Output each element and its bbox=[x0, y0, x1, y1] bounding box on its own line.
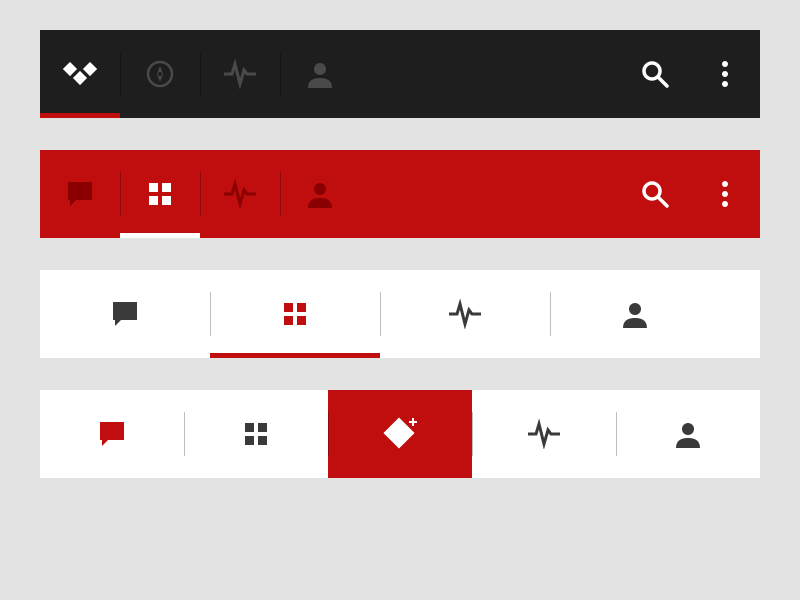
more-button[interactable] bbox=[690, 30, 760, 118]
activity-tab[interactable] bbox=[472, 390, 616, 478]
toolbar-dark bbox=[40, 30, 760, 118]
grid-tab[interactable] bbox=[210, 270, 380, 358]
grid-icon bbox=[243, 421, 269, 447]
more-button[interactable] bbox=[690, 150, 760, 238]
grid-icon bbox=[282, 301, 308, 327]
activity-icon bbox=[448, 299, 482, 329]
activity-icon bbox=[223, 59, 257, 89]
active-indicator bbox=[120, 233, 200, 238]
search-button[interactable] bbox=[620, 30, 690, 118]
chat-icon bbox=[98, 420, 126, 448]
chat-tab[interactable] bbox=[40, 270, 210, 358]
compass-tab[interactable] bbox=[120, 30, 200, 118]
active-indicator bbox=[40, 353, 210, 358]
activity-icon bbox=[223, 179, 257, 209]
activity-icon bbox=[527, 419, 561, 449]
active-indicator bbox=[380, 353, 550, 358]
active-indicator bbox=[280, 233, 360, 238]
active-indicator bbox=[40, 233, 120, 238]
active-indicator bbox=[40, 473, 184, 478]
active-indicator bbox=[328, 473, 472, 478]
diamonds-icon bbox=[63, 62, 97, 86]
more-icon bbox=[721, 180, 729, 208]
search-icon bbox=[640, 179, 670, 209]
search-button[interactable] bbox=[620, 150, 690, 238]
chat-icon bbox=[111, 300, 139, 328]
tabs-group bbox=[40, 150, 360, 238]
activity-tab[interactable] bbox=[200, 150, 280, 238]
compose-tab[interactable] bbox=[328, 390, 472, 478]
profile-tab[interactable] bbox=[280, 30, 360, 118]
profile-icon bbox=[674, 420, 702, 448]
grid-icon bbox=[147, 181, 173, 207]
chat-icon bbox=[66, 180, 94, 208]
grid-tab[interactable] bbox=[120, 150, 200, 238]
compose-icon bbox=[380, 414, 420, 454]
actions-group bbox=[620, 30, 760, 118]
profile-tab[interactable] bbox=[280, 150, 360, 238]
search-icon bbox=[640, 59, 670, 89]
active-indicator bbox=[200, 113, 280, 118]
profile-tab[interactable] bbox=[616, 390, 760, 478]
profile-icon bbox=[621, 300, 649, 328]
chat-tab[interactable] bbox=[40, 390, 184, 478]
active-indicator bbox=[210, 353, 380, 358]
active-indicator bbox=[550, 353, 720, 358]
activity-tab[interactable] bbox=[380, 270, 550, 358]
profile-icon bbox=[306, 60, 334, 88]
actions-group bbox=[620, 150, 760, 238]
diamonds-tab[interactable] bbox=[40, 30, 120, 118]
tabbar-white-2 bbox=[40, 390, 760, 478]
profile-icon bbox=[306, 180, 334, 208]
tabs-group bbox=[40, 30, 360, 118]
chat-tab[interactable] bbox=[40, 150, 120, 238]
active-indicator bbox=[616, 473, 760, 478]
tabbar-white-1 bbox=[40, 270, 760, 358]
grid-tab[interactable] bbox=[184, 390, 328, 478]
activity-tab[interactable] bbox=[200, 30, 280, 118]
active-indicator bbox=[40, 113, 120, 118]
active-indicator bbox=[120, 113, 200, 118]
tabs-group bbox=[40, 390, 760, 478]
active-indicator bbox=[184, 473, 328, 478]
active-indicator bbox=[200, 233, 280, 238]
compass-icon bbox=[145, 59, 175, 89]
more-icon bbox=[721, 60, 729, 88]
active-indicator bbox=[472, 473, 616, 478]
active-indicator bbox=[280, 113, 360, 118]
profile-tab[interactable] bbox=[550, 270, 720, 358]
toolbar-red bbox=[40, 150, 760, 238]
tabs-group bbox=[40, 270, 720, 358]
